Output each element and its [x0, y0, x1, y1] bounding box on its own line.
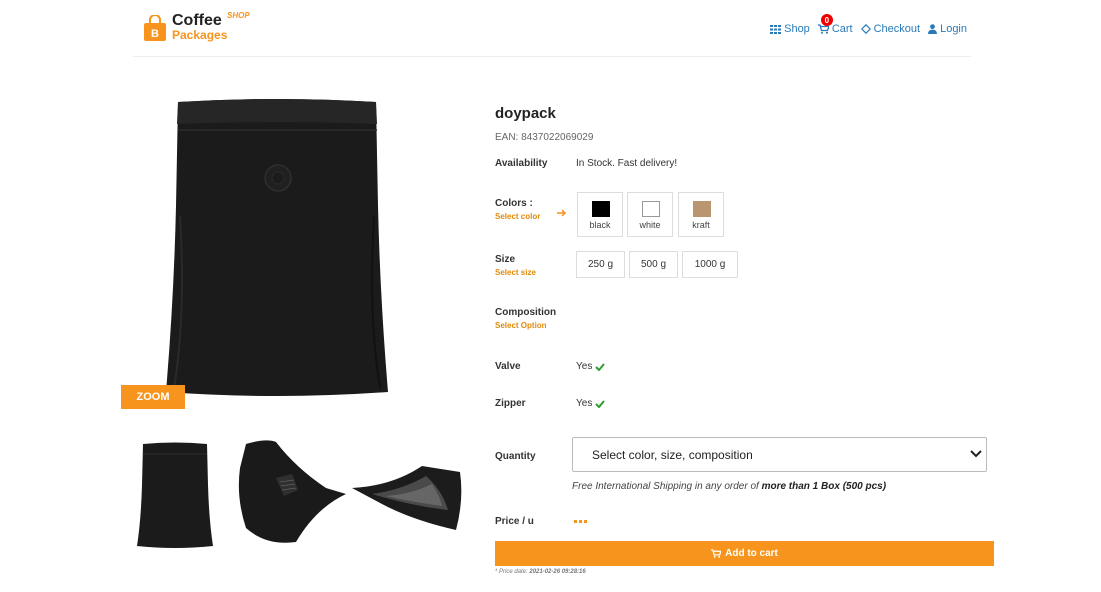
grid-icon — [770, 24, 782, 34]
shipping-note-text: Free International Shipping in any order… — [572, 481, 762, 492]
nav-login[interactable]: Login — [928, 23, 967, 35]
add-to-cart-label: Add to cart — [725, 548, 778, 559]
nav-cart-label: Cart — [831, 23, 853, 35]
nav-shop[interactable]: Shop — [770, 23, 810, 35]
nav-checkout[interactable]: Checkout — [860, 23, 921, 35]
zipper-value: Yes — [576, 398, 606, 409]
svg-text:B: B — [151, 28, 159, 40]
check-icon — [595, 362, 606, 371]
product-title: doypack — [495, 105, 556, 122]
size-hint: Select size — [495, 268, 536, 277]
size-option-500g[interactable]: 500 g — [629, 251, 678, 278]
zipper-label: Zipper — [495, 398, 526, 409]
color-option-label: white — [639, 220, 661, 230]
composition-hint: Select Option — [495, 321, 547, 330]
logo-shop-text: SHOP — [227, 11, 250, 20]
size-option-250g[interactable]: 250 g — [576, 251, 625, 278]
color-option-label: black — [589, 220, 611, 230]
color-chip-white — [642, 201, 660, 217]
valve-value: Yes — [576, 361, 606, 372]
top-nav: Shop 0 Cart Checkout Login — [770, 14, 967, 35]
availability-label: Availability — [495, 158, 548, 169]
product-main-image[interactable] — [166, 96, 388, 400]
shipping-note-threshold: more than 1 Box (500 pcs) — [761, 481, 887, 492]
color-chip-black — [592, 201, 610, 217]
size-label: Size — [495, 254, 516, 265]
thumbnail-angle[interactable] — [236, 438, 348, 546]
color-option-kraft[interactable]: kraft — [678, 192, 724, 237]
nav-shop-label: Shop — [784, 23, 810, 35]
valve-label: Valve — [495, 361, 521, 372]
size-option-1000g[interactable]: 1000 g — [682, 251, 738, 278]
ean-code: EAN: 8437022069029 — [495, 132, 594, 143]
color-option-white[interactable]: white — [627, 192, 673, 237]
availability-value: In Stock. Fast delivery! — [576, 158, 678, 169]
shipping-note: Free International Shipping in any order… — [572, 481, 886, 492]
cart-count-badge: 0 — [820, 14, 833, 26]
quantity-label: Quantity — [495, 451, 536, 462]
chevron-down-icon — [970, 450, 982, 458]
price-date: * Price date: 2021-02-26 09:28:16 — [495, 569, 586, 575]
price-date-prefix: * Price date: — [495, 569, 530, 575]
nav-cart[interactable]: 0 Cart — [817, 14, 853, 35]
shopping-bag-icon: B — [144, 15, 166, 41]
color-option-label: kraft — [692, 220, 710, 230]
arrow-right-icon — [557, 209, 567, 217]
nav-login-label: Login — [940, 23, 967, 35]
zipper-value-text: Yes — [576, 398, 593, 409]
add-to-cart-button[interactable]: Add to cart — [495, 541, 994, 566]
zoom-button[interactable]: ZOOM — [121, 385, 185, 409]
checkout-icon — [860, 24, 871, 34]
price-loading-indicator — [574, 520, 587, 523]
header-divider — [133, 56, 971, 57]
quantity-select[interactable]: Select color, size, composition — [572, 437, 987, 472]
cart-icon — [711, 549, 722, 558]
nav-checkout-label: Checkout — [873, 23, 921, 35]
thumbnail-front[interactable] — [137, 440, 213, 550]
composition-label: Composition — [495, 307, 557, 318]
quantity-selected-value: Select color, size, composition — [592, 447, 753, 462]
colors-label: Colors : — [495, 198, 533, 209]
valve-value-text: Yes — [576, 361, 593, 372]
color-option-black[interactable]: black — [577, 192, 623, 237]
colors-hint: Select color — [495, 212, 541, 221]
check-icon — [595, 399, 606, 408]
price-label: Price / u — [495, 516, 534, 527]
logo-packages-text: Packages — [172, 28, 228, 42]
thumbnail-open[interactable] — [352, 460, 464, 534]
color-chip-kraft — [693, 201, 711, 217]
price-date-value: 2021-02-26 09:28:16 — [529, 569, 586, 575]
logo[interactable]: B Coffee SHOP Packages — [144, 11, 254, 45]
user-icon — [928, 24, 938, 34]
